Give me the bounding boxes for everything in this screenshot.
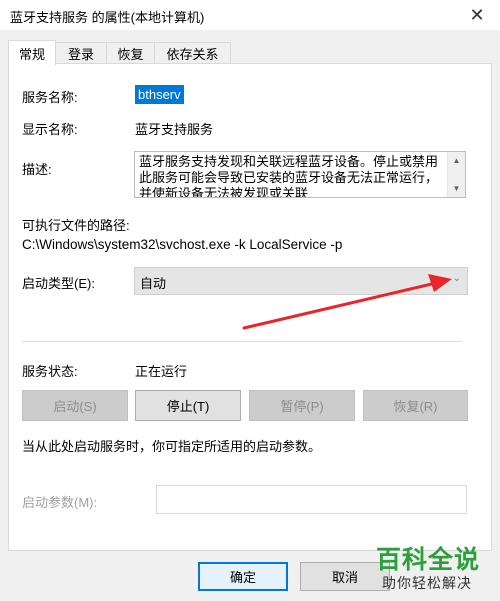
pause-button[interactable]: 暂停(P) bbox=[249, 390, 355, 421]
tab-general[interactable]: 常规 bbox=[8, 40, 56, 65]
tab-dependencies[interactable]: 依存关系 bbox=[154, 42, 231, 64]
resume-button[interactable]: 恢复(R) bbox=[363, 390, 468, 421]
ok-button[interactable]: 确定 bbox=[198, 562, 288, 591]
chevron-down-icon: ⌄ bbox=[452, 273, 461, 284]
description-label: 描述: bbox=[22, 162, 52, 177]
tab-recovery[interactable]: 恢复 bbox=[106, 42, 155, 64]
startup-type-label: 启动类型(E): bbox=[22, 276, 95, 291]
start-params-input[interactable] bbox=[156, 485, 467, 514]
description-box[interactable]: 蓝牙服务支持发现和关联远程蓝牙设备。停止或禁用此服务可能会导致已安装的蓝牙设备无… bbox=[134, 151, 466, 198]
title-bar: 蓝牙支持服务 的属性(本地计算机) ✕ bbox=[0, 0, 500, 30]
watermark-logo: 百科全说 助你轻松解决 bbox=[372, 540, 492, 596]
watermark-title: 百科全说 bbox=[376, 546, 481, 574]
description-scrollbar[interactable]: ▲ ▼ bbox=[447, 152, 465, 197]
status-value: 正在运行 bbox=[135, 364, 188, 379]
status-label: 服务状态: bbox=[22, 364, 78, 379]
startup-type-value: 自动 bbox=[140, 276, 167, 291]
scroll-up-icon[interactable]: ▲ bbox=[448, 156, 465, 165]
window-title: 蓝牙支持服务 的属性(本地计算机) bbox=[10, 10, 205, 25]
stop-button[interactable]: 停止(T) bbox=[135, 390, 241, 421]
path-value[interactable]: C:\Windows\system32\svchost.exe -k Local… bbox=[22, 237, 342, 252]
tab-logon[interactable]: 登录 bbox=[55, 42, 107, 64]
divider bbox=[22, 341, 462, 342]
general-panel bbox=[8, 63, 492, 551]
service-name-value[interactable]: bthserv bbox=[135, 85, 184, 104]
start-params-hint: 当从此处启动服务时，你可指定所适用的启动参数。 bbox=[22, 439, 322, 454]
start-params-label: 启动参数(M): bbox=[22, 495, 98, 510]
display-name-value[interactable]: 蓝牙支持服务 bbox=[135, 119, 213, 138]
close-icon[interactable]: ✕ bbox=[454, 0, 500, 30]
scroll-down-icon[interactable]: ▼ bbox=[448, 184, 465, 193]
startup-type-select[interactable]: 自动 ⌄ bbox=[134, 267, 468, 295]
description-text: 蓝牙服务支持发现和关联远程蓝牙设备。停止或禁用此服务可能会导致已安装的蓝牙设备无… bbox=[139, 154, 439, 198]
watermark-subtitle: 助你轻松解决 bbox=[382, 575, 472, 591]
display-name-label: 显示名称: bbox=[22, 122, 78, 137]
service-name-label: 服务名称: bbox=[22, 90, 78, 105]
path-label: 可执行文件的路径: bbox=[22, 218, 130, 233]
start-button[interactable]: 启动(S) bbox=[22, 390, 128, 421]
